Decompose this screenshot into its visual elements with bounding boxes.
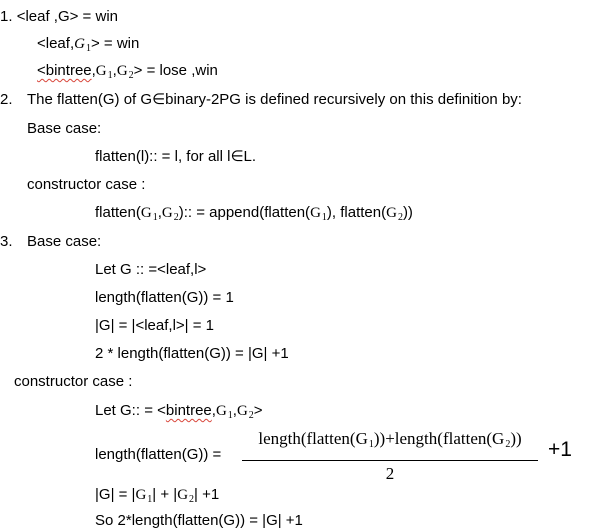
item-2-text: The flatten(G) of G∈binary-2PG is define… (27, 91, 522, 108)
length-fraction: length(flatten(G1))+length(flatten(G2)) … (240, 428, 540, 485)
item-3: 3. (0, 233, 13, 251)
g1-symbol: G1 (95, 63, 113, 81)
fraction-numerator: length(flatten(G1))+length(flatten(G2)) (258, 429, 522, 450)
base-case-text: flatten(l):: = l, for all l∈L. (95, 148, 257, 165)
item-2-number: 2. (0, 91, 13, 108)
conclusion-line: So 2*length(flatten(G)) = |G| +1 (95, 512, 303, 529)
item-1-number: 1. (0, 8, 17, 25)
g2-symbol: G2 (116, 63, 134, 81)
constructor-case-label: constructor case : (27, 176, 146, 193)
item-3-number: 3. (0, 233, 13, 250)
spellcheck-word: <bintree (37, 62, 92, 79)
constructor-let-line: Let G:: = <bintree,G1,G2> (95, 402, 263, 421)
size-line: |G| = |G1| + |G2| +1 (95, 486, 220, 505)
length-lhs: length(flatten(G)) = (95, 446, 222, 463)
spellcheck-word: bintree (165, 402, 212, 419)
item-1-line-3: <bintree,G1,G2> = lose ,win (37, 62, 218, 81)
constructor-case-text: flatten(G1,G2):: = append(flatten(G1), f… (95, 204, 413, 223)
base-line-4: 2 * length(flatten(G)) = |G| +1 (95, 345, 289, 362)
item-1-line-2: <leaf,G1> = win (37, 35, 140, 54)
plus-one: +1 (548, 438, 572, 461)
fraction-denominator: 2 (385, 464, 395, 483)
base-line-1: Let G :: =<leaf,l> (95, 261, 207, 278)
base-line-3: |G| = |<leaf,l>| = 1 (95, 317, 214, 334)
base-line-2: length(flatten(G)) = 1 (95, 289, 234, 306)
item-3-constructor-label: constructor case : (14, 373, 133, 390)
item-2: 2. (0, 91, 13, 109)
item-3-base-label: Base case: (27, 233, 102, 250)
item-1-line-1: <leaf ,G> = win (16, 8, 118, 25)
item-1: 1. <leaf ,G> = win (0, 8, 118, 26)
base-case-label: Base case: (27, 120, 102, 137)
g1-symbol: G1 (74, 36, 91, 54)
